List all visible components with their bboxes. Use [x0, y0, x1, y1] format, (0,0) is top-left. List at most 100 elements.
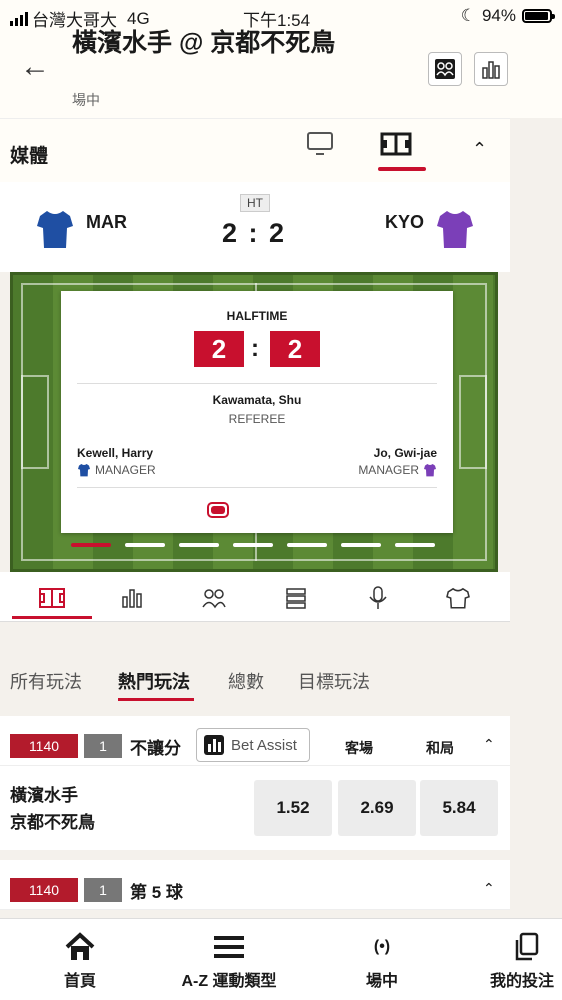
bet-assist-icon [204, 735, 224, 755]
icon-tab-indicator [12, 616, 92, 619]
market-title: 第 5 球 [130, 883, 183, 902]
market-count-badge: 1 [84, 878, 122, 902]
list-icon[interactable] [282, 584, 310, 612]
chevron-up-icon[interactable]: ⌃ [483, 736, 495, 753]
tab-goal-markets[interactable]: 目標玩法 [298, 668, 370, 694]
market-header[interactable]: 1140 1 不讓分 Bet Assist 客場 和局 ⌃ [0, 716, 510, 766]
status-time: 下午1:54 [243, 11, 311, 30]
moon-icon: ☾ [460, 6, 476, 25]
pitch-view-icon[interactable] [38, 584, 66, 612]
home-jersey-icon [36, 208, 74, 255]
bottom-navigation: 首頁 A-Z 運動類型 (•) 場中 我的投注 [0, 918, 562, 1000]
referee-name: Kawamata, Shu [212, 393, 302, 407]
nav-live[interactable]: (•) 場中 [350, 931, 414, 991]
nav-az-sports-label: A-Z 運動類型 [181, 973, 277, 990]
market-match-result: 1140 1 不讓分 Bet Assist 客場 和局 ⌃ 橫濱水手 京都不死鳥… [0, 716, 510, 850]
carousel-dot[interactable] [233, 543, 273, 547]
home-shirt-icon [78, 464, 90, 477]
card-home-score: 2 [194, 331, 244, 367]
statistics-icon[interactable] [118, 584, 146, 612]
away-manager-role: MANAGER [358, 463, 437, 477]
lineups-icon[interactable] [200, 584, 228, 612]
media-tab-indicator [378, 167, 426, 171]
home-manager-role: MANAGER [77, 463, 156, 477]
right-penalty-box [459, 375, 487, 469]
card-title: HALFTIME [226, 309, 288, 323]
microphone-icon[interactable] [364, 584, 392, 612]
media-label: 媒體 [10, 146, 49, 167]
away-team-name: 京都不死鳥 [10, 813, 95, 832]
tracker-icon-tabs [0, 572, 510, 622]
carousel-dot[interactable] [395, 543, 435, 547]
carousel-dot[interactable] [287, 543, 327, 547]
battery-icon [522, 9, 555, 23]
halftime-card: HALFTIME 2 : 2 Kawamata, Shu REFEREE Kew… [61, 291, 453, 533]
carousel-dot[interactable] [341, 543, 381, 547]
tab-all-markets[interactable]: 所有玩法 [10, 668, 82, 694]
tab-popular-markets[interactable]: 熱門玩法 [118, 668, 190, 694]
market-title: 不讓分 [130, 739, 181, 758]
odds-button-draw[interactable]: 5.84 [420, 780, 498, 836]
media-bar: 媒體 ⌃ [0, 118, 510, 182]
tab-indicator [118, 698, 194, 701]
tv-icon[interactable] [306, 131, 334, 162]
market-header[interactable]: 1140 1 第 5 球 ⌃ [0, 860, 510, 910]
network-type: 4G [127, 8, 150, 28]
divider [77, 487, 437, 488]
market-count-badge: 1 [84, 734, 122, 758]
menu-icon [214, 936, 244, 958]
odds-button-away[interactable]: 2.69 [338, 780, 416, 836]
nav-my-bets[interactable]: 我的投注 [490, 931, 562, 991]
stats-button[interactable] [474, 52, 508, 86]
battery-percent: 94% [481, 6, 516, 25]
match-tracker-icon[interactable] [380, 131, 412, 162]
match-tracker-pitch: HALFTIME 2 : 2 Kawamata, Shu REFEREE Kew… [10, 272, 498, 572]
current-score: 2 : 2 [222, 218, 287, 248]
card-away-score: 2 [270, 331, 320, 367]
market-id-badge: 1140 [10, 878, 78, 902]
bet-assist-button[interactable]: Bet Assist [196, 728, 310, 762]
nav-az-sports[interactable]: A-Z 運動類型 [164, 931, 294, 991]
away-shirt-icon [424, 464, 436, 477]
signal-icon [10, 11, 28, 26]
market-teams: 橫濱水手 京都不死鳥 [10, 782, 95, 836]
back-arrow-icon[interactable]: ← [20, 50, 50, 84]
column-header-draw: 和局 [426, 740, 454, 756]
bet-category-tabs: 所有玩法 熱門玩法 總數 目標玩法 [0, 660, 510, 701]
home-icon [65, 932, 95, 960]
divider [77, 383, 437, 384]
chevron-up-icon[interactable]: ⌃ [483, 880, 495, 897]
home-team-name: 橫濱水手 [10, 786, 78, 805]
shirt-icon[interactable] [444, 584, 472, 612]
tab-totals[interactable]: 總數 [228, 668, 264, 694]
carousel-dot[interactable] [179, 543, 219, 547]
odds-button-home[interactable]: 1.52 [254, 780, 332, 836]
referee-role: REFEREE [228, 412, 286, 426]
bet-slip-icon [515, 932, 539, 961]
carousel-indicator[interactable] [71, 543, 435, 547]
chevron-up-icon[interactable]: ⌃ [472, 139, 487, 160]
home-manager-role-label: MANAGER [95, 463, 156, 477]
home-manager-name: Kewell, Harry [77, 446, 154, 460]
nav-live-label: 場中 [365, 973, 398, 990]
away-manager-name: Jo, Gwi-jae [373, 446, 437, 460]
carousel-dot[interactable] [125, 543, 165, 547]
scoreboard: MAR HT 2 : 2 KYO [0, 182, 510, 272]
column-header-away: 客場 [345, 740, 373, 756]
status-bar: 台灣大哥大 4G 下午1:54 ☾ 94% [0, 0, 562, 30]
match-header: ← 橫濱水手 @ 京都不死鳥 場中 [0, 30, 562, 118]
away-manager-role-label: MANAGER [358, 463, 419, 477]
live-broadcast-icon: (•) [373, 938, 391, 955]
nav-home[interactable]: 首頁 [48, 931, 112, 991]
market-fifth-goal: 1140 1 第 5 球 ⌃ [0, 860, 510, 910]
card-score-colon: : [251, 335, 259, 362]
match-status: 場中 [72, 92, 100, 108]
bar-chart-icon [482, 61, 500, 79]
carousel-dot-active[interactable] [71, 543, 111, 547]
carrier: 台灣大哥大 [32, 11, 117, 30]
nav-my-bets-label: 我的投注 [490, 973, 555, 990]
left-penalty-box [21, 375, 49, 469]
live-indicator-icon [207, 502, 229, 518]
away-team-code: KYO [385, 212, 425, 232]
lineup-button[interactable] [428, 52, 462, 86]
